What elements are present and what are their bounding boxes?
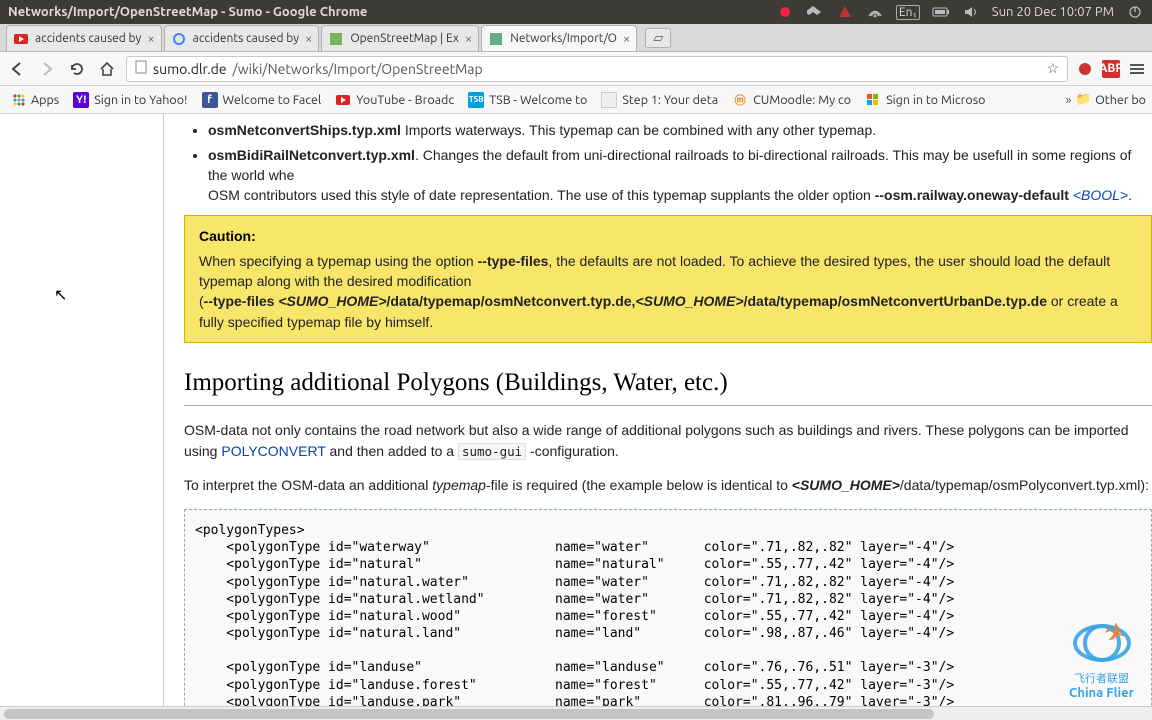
polyconvert-link[interactable]: POLYCONVERT [221, 443, 325, 459]
bookmark-facebook[interactable]: fWelcome to Facel [196, 89, 328, 111]
tab-3[interactable]: OpenStreetMap | Ex × [321, 25, 479, 51]
scrollbar-thumb[interactable] [4, 709, 934, 719]
extensions-area: ABP [1076, 60, 1146, 78]
paragraph: To interpret the OSM-data an additional … [184, 475, 1152, 495]
chrome-tabstrip: accidents caused by × accidents caused b… [0, 24, 1152, 52]
close-icon[interactable]: × [305, 32, 312, 46]
bookmark-step1[interactable]: Step 1: Your deta [595, 89, 724, 111]
bookmark-yahoo[interactable]: Y!Sign in to Yahoo! [67, 89, 193, 111]
bookmark-moodle[interactable]: ⓜCUMoodle: My co [726, 89, 857, 111]
tab-label: OpenStreetMap | Ex [350, 32, 459, 45]
bookmarks-bar: Apps Y!Sign in to Yahoo! fWelcome to Fac… [0, 86, 1152, 114]
caution-box: Caution: When specifying a typemap using… [184, 215, 1152, 342]
generic-icon [601, 92, 617, 108]
bookmarks-overflow[interactable]: »📁Other bo [1066, 92, 1146, 107]
forward-button[interactable] [36, 58, 58, 80]
bookmark-star-icon[interactable]: ☆ [1046, 60, 1059, 77]
reload-button[interactable] [66, 58, 88, 80]
code-block: <polygonTypes> <polygonType id="waterway… [184, 509, 1152, 706]
bookmark-microsoft[interactable]: Sign in to Microso [859, 89, 991, 111]
paragraph: OSM-data not only contains the road netw… [184, 420, 1152, 461]
bookmark-youtube[interactable]: YouTube - Broadc [329, 89, 460, 111]
back-button[interactable] [6, 58, 28, 80]
tab-4-active[interactable]: Networks/Import/O × [481, 25, 637, 51]
warning-icon[interactable] [836, 4, 854, 20]
keyboard-layout-indicator[interactable]: En₁ [896, 5, 920, 20]
folder-icon: 📁 [1076, 92, 1092, 107]
code-inline: sumo-gui [458, 443, 526, 460]
caution-text: (--type-files <SUMO_HOME>/data/typemap/o… [199, 291, 1137, 332]
url-host: sumo.dlr.de [153, 61, 227, 77]
youtube-icon [13, 31, 29, 47]
list-item: osmBidiRailNetconvert.typ.xml. Changes t… [208, 145, 1152, 206]
clock[interactable]: Sun 20 Dec 10:07 PM [992, 5, 1114, 19]
caution-heading: Caution: [199, 226, 1137, 246]
typemap-list: osmNetconvertBicycle.typ.xml imports bic… [184, 114, 1152, 205]
chrome-toolbar: sumo.dlr.de/wiki/Networks/Import/OpenStr… [0, 52, 1152, 86]
horizontal-scrollbar[interactable] [0, 706, 1152, 720]
dropbox-icon[interactable] [806, 4, 824, 20]
home-button[interactable] [96, 58, 118, 80]
new-tab-button[interactable]: ▱ [645, 28, 671, 48]
tab-2[interactable]: accidents caused by × [164, 25, 320, 51]
url-path: /wiki/Networks/Import/OpenStreetMap [233, 61, 483, 77]
tab-label: Networks/Import/O [510, 32, 617, 45]
page-icon [135, 60, 147, 77]
tab-1[interactable]: accidents caused by × [6, 25, 162, 51]
address-bar[interactable]: sumo.dlr.de/wiki/Networks/Import/OpenStr… [126, 56, 1068, 82]
adblock-icon[interactable]: ABP [1102, 60, 1120, 78]
apps-icon [12, 93, 26, 107]
system-tray: En₁ Sun 20 Dec 10:07 PM [776, 4, 1144, 20]
window-title: Networks/Import/OpenStreetMap - Sumo - G… [8, 5, 367, 19]
yahoo-icon: Y! [73, 92, 89, 108]
tab-label: accidents caused by [193, 32, 299, 45]
close-icon[interactable]: × [147, 32, 154, 46]
record-icon[interactable] [776, 4, 794, 20]
facebook-icon: f [202, 92, 218, 108]
osm-icon [328, 31, 344, 47]
bool-link[interactable]: <BOOL> [1073, 187, 1128, 203]
section-heading: Importing additional Polygons (Buildings… [184, 365, 1152, 406]
session-icon[interactable] [1126, 4, 1144, 20]
system-menubar: Networks/Import/OpenStreetMap - Sumo - G… [0, 0, 1152, 24]
sumo-icon [488, 31, 504, 47]
tsb-icon: TSB [468, 92, 484, 108]
bookmark-apps[interactable]: Apps [6, 90, 65, 110]
network-icon[interactable] [866, 4, 884, 20]
wiki-content: osmNetconvertBicycle.typ.xml imports bic… [163, 114, 1152, 706]
chrome-menu-button[interactable] [1128, 60, 1146, 78]
moodle-icon: ⓜ [732, 92, 748, 108]
extension-icon[interactable] [1076, 60, 1094, 78]
caution-text: When specifying a typemap using the opti… [199, 251, 1137, 292]
tab-label: accidents caused by [35, 32, 141, 45]
youtube-icon [335, 92, 351, 108]
page-viewport: osmNetconvertBicycle.typ.xml imports bic… [0, 114, 1152, 706]
volume-icon[interactable] [962, 4, 980, 20]
close-icon[interactable]: × [623, 32, 630, 46]
list-item: osmNetconvertShips.typ.xml Imports water… [208, 120, 1152, 140]
microsoft-icon [865, 92, 881, 108]
close-icon[interactable]: × [465, 32, 472, 46]
battery-icon[interactable] [932, 4, 950, 20]
bookmark-tsb[interactable]: TSBTSB - Welcome to [462, 89, 593, 111]
google-icon [171, 31, 187, 47]
list-item: osmNetconvertBicycle.typ.xml imports bic… [208, 114, 1152, 116]
